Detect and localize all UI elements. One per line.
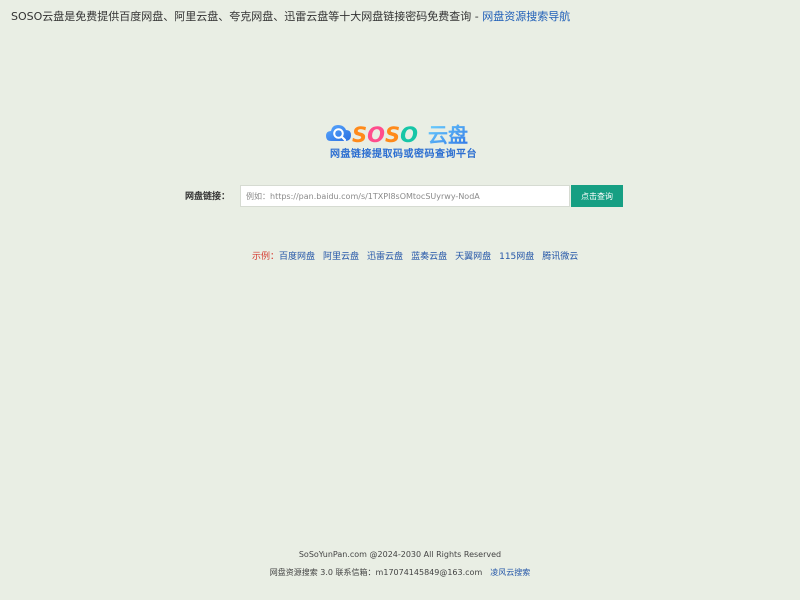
site-description: SOSO云盘是免费提供百度网盘、阿里云盘、夸克网盘、迅雷云盘等十大网盘链接密码免… — [11, 10, 479, 23]
examples-label: 示例： — [252, 252, 280, 262]
examples: 示例：百度网盘 阿里云盘 迅雷云盘 蓝奏云盘 天翼网盘 115网盘 腾讯微云 — [252, 251, 586, 263]
footer-contact: 网盘资源搜索 3.0 联系信箱：m17074145849@163.com 凌风云搜… — [0, 568, 800, 578]
example-baidu[interactable]: 百度网盘 — [279, 252, 315, 262]
cloud-search-icon — [326, 125, 351, 142]
soso-cloud-logo: SOSO 云盘 — [326, 123, 468, 147]
query-button[interactable]: 点击查询 — [571, 185, 623, 207]
logo-subtitle: 网盘链接提取码或密码查询平台 — [330, 149, 477, 160]
site-header: SOSO云盘是免费提供百度网盘、阿里云盘、夸克网盘、迅雷云盘等十大网盘链接密码免… — [11, 10, 570, 24]
svg-text:SOSO: SOSO — [352, 123, 418, 147]
logo[interactable]: SOSO 云盘 网盘链接提取码或密码查询平台 — [325, 120, 477, 164]
version-contact-text: 网盘资源搜索 3.0 联系信箱：m17074145849@163.com — [269, 568, 483, 577]
svg-text:云盘: 云盘 — [428, 123, 468, 147]
search-form: 网盘链接： 点击查询 — [185, 185, 625, 207]
partner-link[interactable]: 凌风云搜索 — [490, 568, 530, 577]
example-115[interactable]: 115网盘 — [499, 252, 534, 262]
example-xunlei[interactable]: 迅雷云盘 — [367, 252, 403, 262]
example-weiyun[interactable]: 腾讯微云 — [542, 252, 578, 262]
pan-link-input[interactable] — [240, 185, 570, 207]
example-tianyi[interactable]: 天翼网盘 — [455, 252, 491, 262]
resource-nav-link[interactable]: 网盘资源搜索导航 — [482, 10, 570, 23]
example-lanzou[interactable]: 蓝奏云盘 — [411, 252, 447, 262]
pan-link-label: 网盘链接： — [185, 192, 231, 202]
example-aliyun[interactable]: 阿里云盘 — [323, 252, 359, 262]
footer-copyright: SoSoYunPan.com @2024-2030 All Rights Res… — [298, 550, 502, 559]
